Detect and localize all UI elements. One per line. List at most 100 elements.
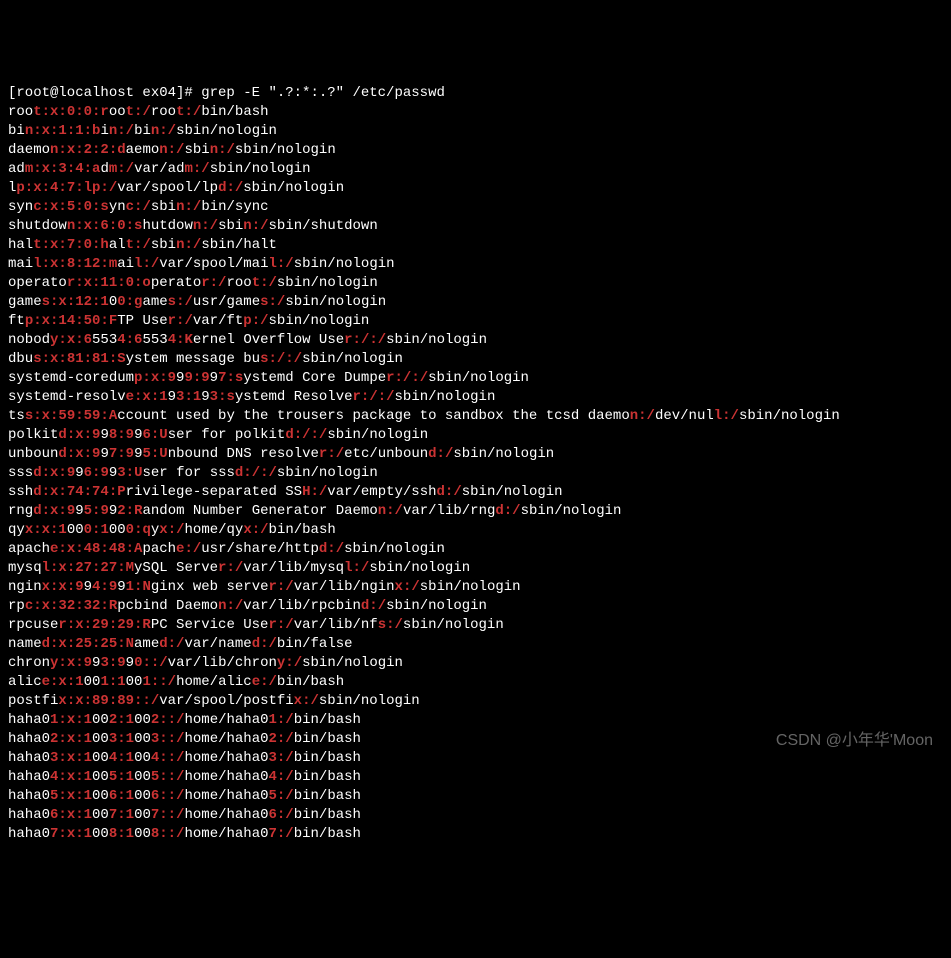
grep-match: 1:x:1 (50, 712, 92, 728)
output-line: rpcuser:x:29:29:RPC Service User:/var/li… (8, 616, 943, 635)
output-line: haha01:x:1002:1002::/home/haha01:/bin/ba… (8, 711, 943, 730)
grep-match: 3:1 (109, 731, 134, 747)
grep-match: t:x:7:0:h (33, 237, 109, 253)
output-line: rpc:x:32:32:Rpcbind Daemon:/var/lib/rpcb… (8, 597, 943, 616)
grep-match: n:/ (176, 199, 201, 215)
grep-match: 6:x:1 (50, 807, 92, 823)
grep-match: 3:x:1 (50, 750, 92, 766)
grep-match: 9:9 (184, 370, 209, 386)
grep-match: s:x:12:1 (42, 294, 109, 310)
grep-match: r:/:/ (353, 389, 395, 405)
grep-match: 2::/ (151, 712, 185, 728)
grep-match: d:/ (437, 484, 462, 500)
grep-match: s:x:59:59:A (25, 408, 117, 424)
grep-match: x:/ (243, 522, 268, 538)
grep-match: d:/ (218, 180, 243, 196)
grep-match: e:/ (176, 541, 201, 557)
grep-match: l:/ (714, 408, 739, 424)
grep-match: 4:1 (109, 750, 134, 766)
grep-match: s:/ (260, 294, 285, 310)
grep-match: 6:1 (109, 788, 134, 804)
grep-match: 4:9 (92, 579, 117, 595)
grep-match: p:x:14:50:F (25, 313, 117, 329)
grep-match: t:/ (126, 237, 151, 253)
grep-match: l:x:8:12:m (33, 256, 117, 272)
output-line: mail:x:8:12:mail:/var/spool/mail:/sbin/n… (8, 255, 943, 274)
grep-match: n:x:1:1:b (25, 123, 101, 139)
output-line: mysql:x:27:27:MySQL Server:/var/lib/mysq… (8, 559, 943, 578)
output-line: rngd:x:995:992:Random Number Generator D… (8, 502, 943, 521)
grep-match: 7:/ (269, 826, 294, 842)
output-line: lp:x:4:7:lp:/var/spool/lpd:/sbin/nologin (8, 179, 943, 198)
output-line: haha07:x:1008:1008::/home/haha07:/bin/ba… (8, 825, 943, 844)
output-line: haha04:x:1005:1005::/home/haha04:/bin/ba… (8, 768, 943, 787)
output-line: sssd:x:996:993:User for sssd:/:/sbin/nol… (8, 464, 943, 483)
grep-match: n:/ (210, 142, 235, 158)
grep-match: y:x:6 (50, 332, 92, 348)
grep-match: p:x:9 (134, 370, 176, 386)
grep-match: d:/ (159, 636, 184, 652)
grep-match: 6:9 (84, 465, 109, 481)
grep-match: 7:9 (109, 446, 134, 462)
grep-match: d:/ (495, 503, 520, 519)
grep-match: x:x:89:89::/ (58, 693, 159, 709)
grep-match: 0:g (117, 294, 142, 310)
output-line: haha05:x:1006:1006::/home/haha05:/bin/ba… (8, 787, 943, 806)
output-line: root:x:0:0:root:/root:/bin/bash (8, 103, 943, 122)
grep-match: 3::/ (151, 731, 185, 747)
output-line: qyx:x:1000:1000:qyx:/home/qyx:/bin/bash (8, 521, 943, 540)
output-line: postfix:x:89:89::/var/spool/postfix:/sbi… (8, 692, 943, 711)
grep-match: y:x:9 (50, 655, 92, 671)
grep-match: n:x:2:2:d (50, 142, 126, 158)
grep-match: 6:U (142, 427, 167, 443)
output-line: nobody:x:65534:65534:Kernel Overflow Use… (8, 331, 943, 350)
grep-match: n:/ (378, 503, 403, 519)
grep-match: H:/ (302, 484, 327, 500)
grep-match: d:x:9 (58, 446, 100, 462)
grep-match: d:x:9 (33, 503, 75, 519)
grep-match: c:/ (126, 199, 151, 215)
grep-match: 4:K (168, 332, 193, 348)
output-line: dbus:x:81:81:System message bus:/:/sbin/… (8, 350, 943, 369)
grep-match: 8:9 (109, 427, 134, 443)
grep-match: 2:x:1 (50, 731, 92, 747)
output-line: games:x:12:100:games:/usr/games:/sbin/no… (8, 293, 943, 312)
grep-match: 5:9 (84, 503, 109, 519)
grep-match: e:x:48:48:A (50, 541, 142, 557)
grep-match: r:x:11:0:o (67, 275, 151, 291)
grep-match: 2:R (117, 503, 142, 519)
grep-match: n:/ (109, 123, 134, 139)
command-prompt: [root@localhost ex04]# grep -E ".?:*:.?"… (8, 84, 943, 103)
grep-match: 3:s (210, 389, 235, 405)
output-line: named:x:25:25:Named:/var/named:/bin/fals… (8, 635, 943, 654)
grep-match: l:x:27:27:M (42, 560, 134, 576)
grep-match: d:x:25:25:N (42, 636, 134, 652)
output-line: systemd-coredump:x:999:997:systemd Core … (8, 369, 943, 388)
grep-match: 3:9 (100, 655, 125, 671)
grep-match: p:x:4:7:lp:/ (16, 180, 117, 196)
grep-match: r:/:/ (386, 370, 428, 386)
grep-match: d:/:/ (285, 427, 327, 443)
grep-match: 7::/ (151, 807, 185, 823)
grep-match: x:/ (159, 522, 184, 538)
grep-match: d:/:/ (235, 465, 277, 481)
grep-match: 8::/ (151, 826, 185, 842)
grep-match: y:/ (277, 655, 302, 671)
grep-match: n:/ (159, 142, 184, 158)
grep-match: c:x:5:0:s (33, 199, 109, 215)
grep-match: 4:6 (117, 332, 142, 348)
output-line: haha03:x:1004:1004::/home/haha03:/bin/ba… (8, 749, 943, 768)
grep-match: x:/ (294, 693, 319, 709)
grep-match: d:x:74:74:P (33, 484, 125, 500)
grep-match: r:/ (201, 275, 226, 291)
grep-match: x:/ (395, 579, 420, 595)
grep-match: t:/ (176, 104, 201, 120)
grep-match: n:/ (151, 123, 176, 139)
grep-match: 8:1 (109, 826, 134, 842)
grep-match: r:/:/ (344, 332, 386, 348)
output-line: haha06:x:1007:1007::/home/haha06:/bin/ba… (8, 806, 943, 825)
grep-match: d:x:9 (33, 465, 75, 481)
grep-match: l:/ (268, 256, 293, 272)
grep-match: 7:s (218, 370, 243, 386)
output-line: sync:x:5:0:sync:/sbin:/bin/sync (8, 198, 943, 217)
